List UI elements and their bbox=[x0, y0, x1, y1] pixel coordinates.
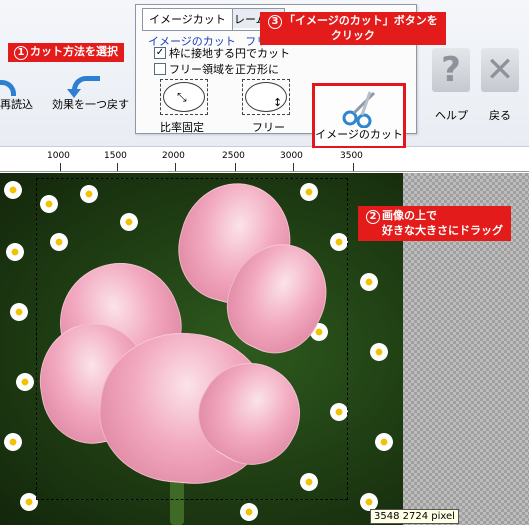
reload-icon[interactable] bbox=[0, 80, 16, 96]
ruler-tick bbox=[235, 163, 236, 171]
undo-button[interactable]: 効果を一つ戻す bbox=[52, 96, 129, 112]
ruler-label: 3000 bbox=[280, 151, 303, 161]
callout-step3: 3 「イメージのカット」ボタンを クリック bbox=[260, 12, 446, 45]
ruler-tick bbox=[175, 163, 176, 171]
mode-ratio-label[interactable]: 比率固定 bbox=[160, 119, 204, 135]
step3-number: 3 bbox=[268, 15, 282, 29]
back-icon[interactable]: ✕ bbox=[481, 48, 519, 92]
ruler-tick bbox=[117, 163, 118, 171]
image-canvas[interactable]: 2 画像の上で 好きな大きさにドラッグ bbox=[0, 173, 529, 525]
daisy bbox=[6, 243, 24, 261]
step1-text: カット方法を選択 bbox=[30, 45, 118, 58]
step1-number: 1 bbox=[14, 46, 28, 60]
ruler: 1000 1500 2000 2500 3000 3500 bbox=[0, 148, 529, 172]
checkbox-circle-label: 枠に接地する円でカット bbox=[169, 47, 290, 60]
image-size-status: 3548 2724 pixel bbox=[370, 509, 459, 524]
selection-rectangle[interactable] bbox=[36, 178, 348, 500]
panel-body: イメージのカット フリー ✓ 枠に接地する円でカット フリー領域を正方形に ⤡ … bbox=[142, 30, 412, 149]
ruler-label: 1000 bbox=[47, 151, 70, 161]
ruler-tick bbox=[353, 163, 354, 171]
step3-line2: クリック bbox=[330, 29, 375, 42]
checkbox-circle[interactable]: ✓ bbox=[154, 47, 166, 59]
daisy bbox=[360, 273, 378, 291]
ruler-label: 2000 bbox=[162, 151, 185, 161]
tab-image-cut[interactable]: イメージカット bbox=[142, 8, 233, 30]
image-cut-label: イメージのカット bbox=[315, 128, 403, 141]
daisy bbox=[370, 343, 388, 361]
daisy bbox=[375, 433, 393, 451]
daisy bbox=[4, 433, 22, 451]
step2-line2: 好きな大きさにドラッグ bbox=[382, 224, 503, 237]
step2-line1: 画像の上で bbox=[382, 209, 437, 222]
tulip-photo[interactable] bbox=[0, 173, 403, 525]
daisy bbox=[240, 503, 258, 521]
back-button[interactable]: 戻る bbox=[489, 107, 511, 123]
mode-ratio-frame[interactable]: ⤡ bbox=[160, 79, 208, 115]
ruler-tick bbox=[60, 163, 61, 171]
checkbox-square[interactable] bbox=[154, 63, 166, 75]
ruler-label: 2500 bbox=[222, 151, 245, 161]
ruler-tick bbox=[293, 163, 294, 171]
mode-free-label[interactable]: フリー bbox=[252, 119, 285, 135]
daisy bbox=[4, 181, 22, 199]
step3-line1: 「イメージのカット」ボタンを bbox=[284, 14, 438, 27]
step2-number: 2 bbox=[366, 210, 380, 224]
daisy bbox=[16, 373, 34, 391]
mode-free-frame[interactable]: ↕ bbox=[242, 79, 290, 115]
scissors-icon bbox=[342, 91, 376, 128]
checkbox-square-label: フリー領域を正方形に bbox=[169, 63, 279, 76]
checkbox-square-row[interactable]: フリー領域を正方形に bbox=[154, 61, 279, 77]
image-cut-button[interactable]: イメージのカット bbox=[312, 83, 406, 149]
ruler-label: 1500 bbox=[104, 151, 127, 161]
daisy bbox=[10, 303, 28, 321]
callout-step2: 2 画像の上で 好きな大きさにドラッグ bbox=[358, 206, 511, 241]
diagonal-arrow-icon: ⤡ bbox=[177, 90, 187, 104]
help-icon[interactable]: ? bbox=[432, 48, 470, 92]
callout-step1: 1 カット方法を選択 bbox=[8, 43, 124, 62]
help-button[interactable]: ヘルプ bbox=[435, 107, 468, 123]
checkbox-circle-row[interactable]: ✓ 枠に接地する円でカット bbox=[154, 45, 290, 61]
ruler-label: 3500 bbox=[340, 151, 363, 161]
undo-icon[interactable] bbox=[67, 76, 100, 98]
vertical-arrow-icon: ↕ bbox=[273, 96, 283, 109]
reload-button[interactable]: 再読込 bbox=[0, 96, 33, 112]
